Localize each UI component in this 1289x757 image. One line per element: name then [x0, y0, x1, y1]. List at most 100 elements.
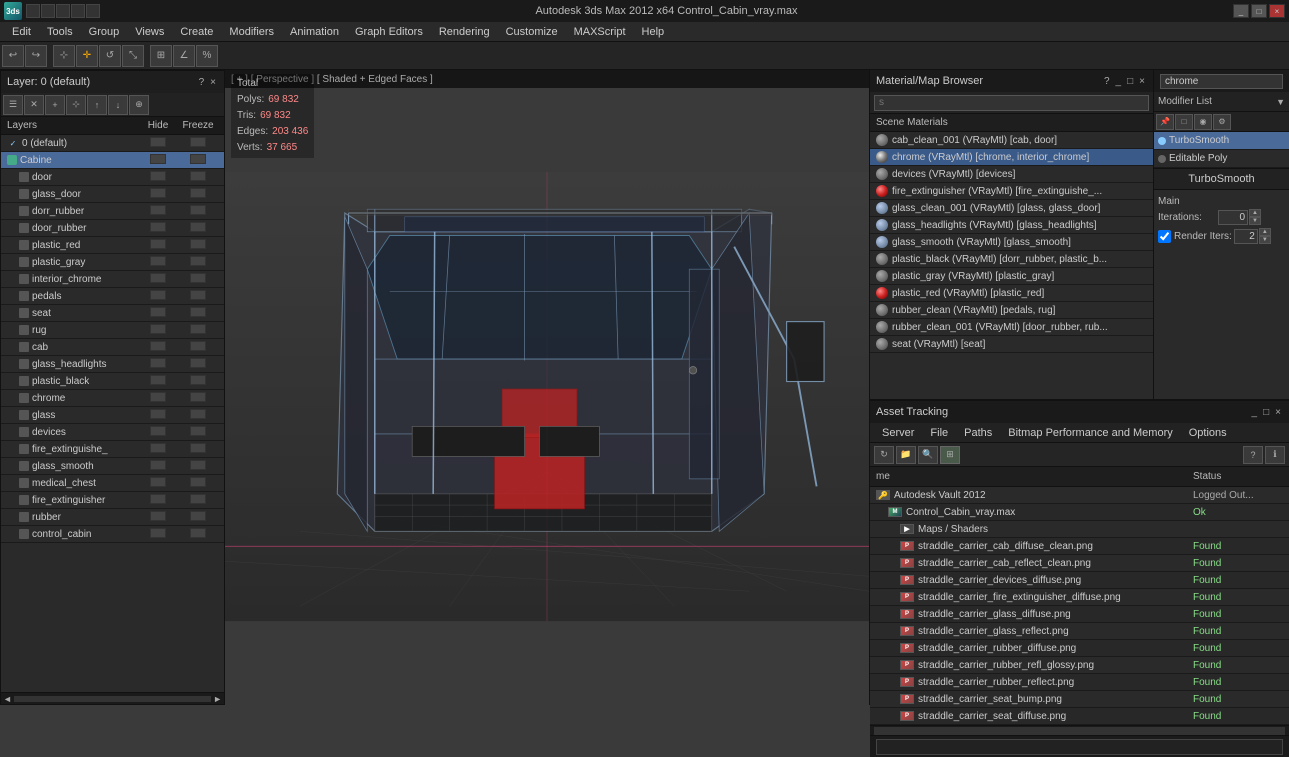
asset-minimize-button[interactable]: _: [1250, 407, 1260, 418]
asset-row[interactable]: Pstraddle_carrier_glass_diffuse.pngFound: [870, 606, 1289, 623]
layer-item[interactable]: dorr_rubber: [1, 203, 224, 220]
layer-item[interactable]: Cabine: [1, 152, 224, 169]
asset-menu-item-options[interactable]: Options: [1181, 426, 1235, 440]
mod-show-icon[interactable]: ◉: [1194, 114, 1212, 130]
asset-row[interactable]: MControl_Cabin_vray.maxOk: [870, 504, 1289, 521]
layer-item[interactable]: fire_extinguisher: [1, 492, 224, 509]
viewport-canvas[interactable]: [225, 88, 869, 705]
asset-search-icon[interactable]: 🔍: [918, 446, 938, 464]
asset-row[interactable]: ▶Maps / Shaders: [870, 521, 1289, 538]
menu-item-modifiers[interactable]: Modifiers: [221, 24, 282, 40]
angle-snap-icon[interactable]: ∠: [173, 45, 195, 67]
asset-info-icon[interactable]: ℹ: [1265, 446, 1285, 464]
render-iters-checkbox[interactable]: [1158, 230, 1171, 243]
menu-item-group[interactable]: Group: [81, 24, 128, 40]
layers-down-icon[interactable]: ↓: [108, 95, 128, 115]
asset-row[interactable]: Pstraddle_carrier_glass_reflect.pngFound: [870, 623, 1289, 640]
layer-item[interactable]: ✓0 (default): [1, 135, 224, 152]
asset-restore-button[interactable]: □: [1261, 407, 1271, 418]
restore-button[interactable]: □: [1251, 4, 1267, 18]
layer-item[interactable]: glass: [1, 407, 224, 424]
asset-folder-icon[interactable]: 📁: [896, 446, 916, 464]
layer-item[interactable]: glass_headlights: [1, 356, 224, 373]
close-button[interactable]: ×: [1269, 4, 1285, 18]
layer-item[interactable]: plastic_red: [1, 237, 224, 254]
menu-item-create[interactable]: Create: [172, 24, 221, 40]
percent-snap-icon[interactable]: %: [196, 45, 218, 67]
material-item[interactable]: fire_extinguisher (VRayMtl) [fire_exting…: [870, 183, 1153, 200]
material-item[interactable]: rubber_clean_001 (VRayMtl) [door_rubber,…: [870, 319, 1153, 336]
menu-item-tools[interactable]: Tools: [39, 24, 81, 40]
layers-select-icon[interactable]: ⊹: [66, 95, 86, 115]
menu-item-help[interactable]: Help: [634, 24, 673, 40]
asset-menu-item-paths[interactable]: Paths: [956, 426, 1000, 440]
material-item[interactable]: plastic_black (VRayMtl) [dorr_rubber, pl…: [870, 251, 1153, 268]
layer-item[interactable]: interior_chrome: [1, 271, 224, 288]
asset-row[interactable]: Pstraddle_carrier_rubber_refl_glossy.png…: [870, 657, 1289, 674]
modifier-name-input[interactable]: [1160, 74, 1283, 89]
mat-browser-minimize-button[interactable]: _: [1114, 76, 1124, 87]
layer-item[interactable]: control_cabin: [1, 526, 224, 543]
undo-icon[interactable]: ↩: [2, 45, 24, 67]
scale-icon[interactable]: ⤡: [122, 45, 144, 67]
material-item[interactable]: glass_clean_001 (VRayMtl) [glass, glass_…: [870, 200, 1153, 217]
menu-item-maxscript[interactable]: MAXScript: [566, 24, 634, 40]
mat-search-input[interactable]: [874, 95, 1149, 111]
material-item[interactable]: rubber_clean (VRayMtl) [pedals, rug]: [870, 302, 1153, 319]
mat-browser-help-button[interactable]: ?: [1102, 76, 1112, 87]
layers-add-icon[interactable]: +: [45, 95, 65, 115]
asset-row[interactable]: Pstraddle_carrier_fire_extinguisher_diff…: [870, 589, 1289, 606]
asset-refresh-icon[interactable]: ↻: [874, 446, 894, 464]
asset-help-icon[interactable]: ?: [1243, 446, 1263, 464]
asset-row[interactable]: Pstraddle_carrier_rubber_diffuse.pngFoun…: [870, 640, 1289, 657]
asset-menu-item-bitmap-performance-and-memory[interactable]: Bitmap Performance and Memory: [1000, 426, 1180, 440]
iterations-down[interactable]: ▼: [1249, 217, 1261, 225]
layer-item[interactable]: glass_door: [1, 186, 224, 203]
layer-item[interactable]: plastic_black: [1, 373, 224, 390]
material-item[interactable]: glass_smooth (VRayMtl) [glass_smooth]: [870, 234, 1153, 251]
asset-menu-item-server[interactable]: Server: [874, 426, 922, 440]
material-item[interactable]: seat (VRayMtl) [seat]: [870, 336, 1153, 353]
modifier-list-dropdown[interactable]: Modifier List ▼: [1154, 92, 1289, 112]
layers-layers-icon[interactable]: ☰: [3, 95, 23, 115]
select-icon[interactable]: ⊹: [53, 45, 75, 67]
layers-move-icon[interactable]: ↑: [87, 95, 107, 115]
iterations-up[interactable]: ▲: [1249, 209, 1261, 217]
layer-item[interactable]: door_rubber: [1, 220, 224, 237]
layer-item[interactable]: fire_extinguishe_: [1, 441, 224, 458]
menu-item-edit[interactable]: Edit: [4, 24, 39, 40]
layers-help-button[interactable]: ?: [197, 77, 207, 88]
menu-item-animation[interactable]: Animation: [282, 24, 347, 40]
material-item[interactable]: glass_headlights (VRayMtl) [glass_headli…: [870, 217, 1153, 234]
layer-item[interactable]: devices: [1, 424, 224, 441]
menu-item-rendering[interactable]: Rendering: [431, 24, 498, 40]
layer-item[interactable]: rubber: [1, 509, 224, 526]
layers-close-button[interactable]: ×: [208, 77, 218, 88]
rotate-icon[interactable]: ↺: [99, 45, 121, 67]
minimize-button[interactable]: _: [1233, 4, 1249, 18]
layers-delete-icon[interactable]: ✕: [24, 95, 44, 115]
asset-row[interactable]: Pstraddle_carrier_rubber_reflect.pngFoun…: [870, 674, 1289, 691]
layer-item[interactable]: cab: [1, 339, 224, 356]
render-iters-up[interactable]: ▲: [1259, 228, 1271, 236]
asset-path-input[interactable]: [876, 739, 1283, 755]
menu-item-views[interactable]: Views: [127, 24, 172, 40]
material-item[interactable]: plastic_gray (VRayMtl) [plastic_gray]: [870, 268, 1153, 285]
layers-scroll-bar[interactable]: ◄ ►: [1, 692, 224, 704]
material-item[interactable]: chrome (VRayMtl) [chrome, interior_chrom…: [870, 149, 1153, 166]
render-iters-down[interactable]: ▼: [1259, 236, 1271, 244]
mod-active-icon[interactable]: □: [1175, 114, 1193, 130]
material-item[interactable]: cab_clean_001 (VRayMtl) [cab, door]: [870, 132, 1153, 149]
asset-scroll-area[interactable]: [870, 725, 1289, 735]
asset-row[interactable]: 🔑Autodesk Vault 2012Logged Out...: [870, 487, 1289, 504]
layer-item[interactable]: glass_smooth: [1, 458, 224, 475]
asset-close-button[interactable]: ×: [1273, 407, 1283, 418]
menu-item-customize[interactable]: Customize: [498, 24, 566, 40]
layer-item[interactable]: rug: [1, 322, 224, 339]
material-item[interactable]: devices (VRayMtl) [devices]: [870, 166, 1153, 183]
layer-item[interactable]: door: [1, 169, 224, 186]
layer-item[interactable]: seat: [1, 305, 224, 322]
mat-browser-restore-button[interactable]: □: [1125, 76, 1135, 87]
asset-grid-icon[interactable]: ⊞: [940, 446, 960, 464]
layer-item[interactable]: chrome: [1, 390, 224, 407]
